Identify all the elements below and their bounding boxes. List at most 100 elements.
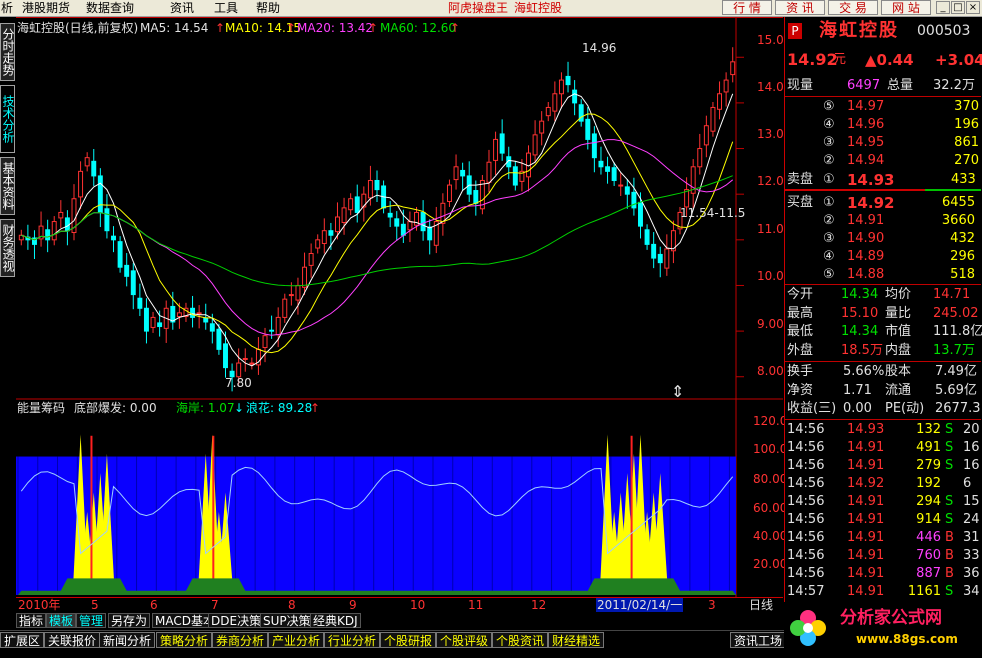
stat-value: 111.8亿 [933, 324, 982, 339]
tab-kdj[interactable]: 经典KDJ [310, 613, 361, 628]
tab-financial[interactable]: 财务透视 [0, 219, 15, 277]
candle-body [664, 248, 670, 269]
sell1-vol: 433 [951, 172, 976, 187]
total-vol: 32.2万 [933, 78, 975, 93]
candle-body [651, 243, 657, 259]
tab-extension[interactable]: 扩展区 [0, 632, 45, 648]
date-month: 9 [349, 598, 357, 612]
candle-body [170, 305, 176, 323]
tab-intraday[interactable]: 分时走势 [0, 23, 15, 81]
tab-research[interactable]: 个股研报 [380, 632, 437, 648]
stat-label: 最高 [787, 305, 814, 321]
menu-item-partial[interactable]: 析 [1, 1, 13, 15]
candle-body [545, 106, 551, 117]
stock-name: 海虹控股 [819, 20, 899, 41]
tab-related-quote[interactable]: 关联报价 [44, 632, 101, 648]
stat2-row: 换手 5.66% 股本 7.49亿 [785, 363, 981, 381]
chart-canvas[interactable] [16, 17, 783, 597]
tab-info-factory[interactable]: 资讯工场 [730, 632, 787, 648]
candle-body [354, 196, 360, 213]
buy-vol: 296 [950, 249, 975, 264]
tab-dde[interactable]: DDE决策 [208, 613, 265, 628]
website-button[interactable]: 网 站 [881, 0, 931, 15]
stat-value: 18.5万 [841, 342, 883, 358]
tab-indicator[interactable]: 指标 [16, 613, 47, 628]
menu-item-hk-futures[interactable]: 港股期货 [22, 1, 70, 15]
menu-item-help[interactable]: 帮助 [256, 1, 280, 15]
candle-body [315, 239, 321, 249]
minimize-icon[interactable]: _ [936, 1, 950, 14]
menu-item-data-query[interactable]: 数据查询 [86, 1, 134, 15]
candle-body [282, 298, 288, 318]
tab-sector[interactable]: 行业分析 [324, 632, 381, 648]
tick-side: B [945, 548, 954, 563]
kline-chart[interactable]: 海虹控股(日线,前复权) MA5: 14.54 ↑ MA10: 14.15 ↑ … [16, 17, 791, 597]
stat-row: 外盘 18.5万 内盘 13.7万 [785, 342, 981, 360]
tab-news-analysis[interactable]: 新闻分析 [99, 632, 156, 648]
close-icon[interactable]: × [966, 1, 980, 14]
tab-finance-picks[interactable]: 财经精选 [548, 632, 605, 648]
menu-item-news[interactable]: 资讯 [170, 1, 194, 15]
tab-template[interactable]: 模板 [46, 613, 77, 628]
candle-body [697, 148, 703, 168]
candle-body [486, 161, 492, 183]
tab-industry-chain[interactable]: 产业分析 [268, 632, 325, 648]
candle-body [618, 184, 624, 187]
stat2-label: 收益(三) [787, 401, 837, 416]
candle-body [91, 160, 97, 177]
tab-sup[interactable]: SUP决策 [260, 613, 314, 628]
period-label[interactable]: 日线 [749, 598, 773, 612]
sell-row: ④ 14.96 196 [785, 116, 981, 134]
sell-vol: 861 [954, 135, 979, 150]
news-button[interactable]: 资 讯 [775, 0, 825, 15]
tab-profile[interactable]: 基本资料 [0, 157, 15, 215]
tab-strategy[interactable]: 策略分析 [156, 632, 213, 648]
candle-body [558, 79, 564, 95]
candle-body [216, 328, 222, 350]
ma10-arrow: ↑ [286, 21, 297, 35]
tab-save-as[interactable]: 另存为 [108, 613, 151, 628]
date-axis: 2010年 5 6 7 8 9 10 11 12 2011/02/14/一 3 … [16, 597, 783, 612]
sell-row: ② 14.94 270 [785, 152, 981, 170]
sell-vol: 370 [954, 99, 979, 114]
price-axis-tick: 9.00 [757, 317, 784, 331]
tab-stock-news[interactable]: 个股资讯 [492, 632, 549, 648]
tick-row: 14:56 14.92 192 6 [785, 475, 981, 493]
candle-body [111, 235, 116, 241]
tick-row: 14:56 14.91 446 B 31 [785, 529, 981, 547]
tick-count: 36 [963, 566, 980, 581]
stat-label: 最低 [787, 324, 814, 339]
total-vol-label: 总量 [887, 78, 914, 93]
burst-marker [630, 435, 633, 595]
tick-row: 14:56 14.91 887 B 36 [785, 565, 981, 583]
candle-body [137, 297, 143, 309]
wave-arrow: ↑ [310, 401, 321, 415]
indicator-toolbar: 指标 模板 管理 另存为 MACD基本 DDE决策 SUP决策 经典KDJ [16, 612, 783, 629]
tab-rating[interactable]: 个股评级 [436, 632, 493, 648]
candle-body [78, 170, 84, 198]
menu-item-tools[interactable]: 工具 [214, 1, 238, 15]
stat2-row: 净资 1.71 流通 5.69亿 [785, 382, 981, 400]
flower-logo-icon [790, 610, 826, 646]
tick-row: 14:56 14.91 914 S 24 [785, 511, 981, 529]
tick-time: 14:56 [787, 512, 825, 527]
maximize-icon[interactable]: □ [951, 1, 965, 14]
candle-body [453, 166, 459, 181]
tick-price: 14.91 [847, 584, 885, 599]
tick-side: S [945, 422, 954, 437]
tab-manage[interactable]: 管理 [76, 613, 107, 628]
trade-button[interactable]: 交 易 [828, 0, 878, 15]
date-cursor: 2011/02/14/一 [596, 598, 684, 612]
sell-price: 14.96 [847, 117, 885, 132]
stat2-value: 1.71 [843, 382, 872, 398]
candle-body [591, 133, 597, 159]
sell-price: 14.95 [847, 135, 885, 150]
candle-body [717, 93, 723, 110]
sell-price: 14.94 [847, 153, 885, 168]
candle-body [321, 230, 327, 244]
tab-technical[interactable]: 技术分析 [0, 85, 15, 153]
tick-vol: 294 [916, 494, 941, 509]
date-month: 12 [531, 598, 547, 612]
tab-broker[interactable]: 券商分析 [212, 632, 269, 648]
quote-button[interactable]: 行 情 [722, 0, 772, 15]
